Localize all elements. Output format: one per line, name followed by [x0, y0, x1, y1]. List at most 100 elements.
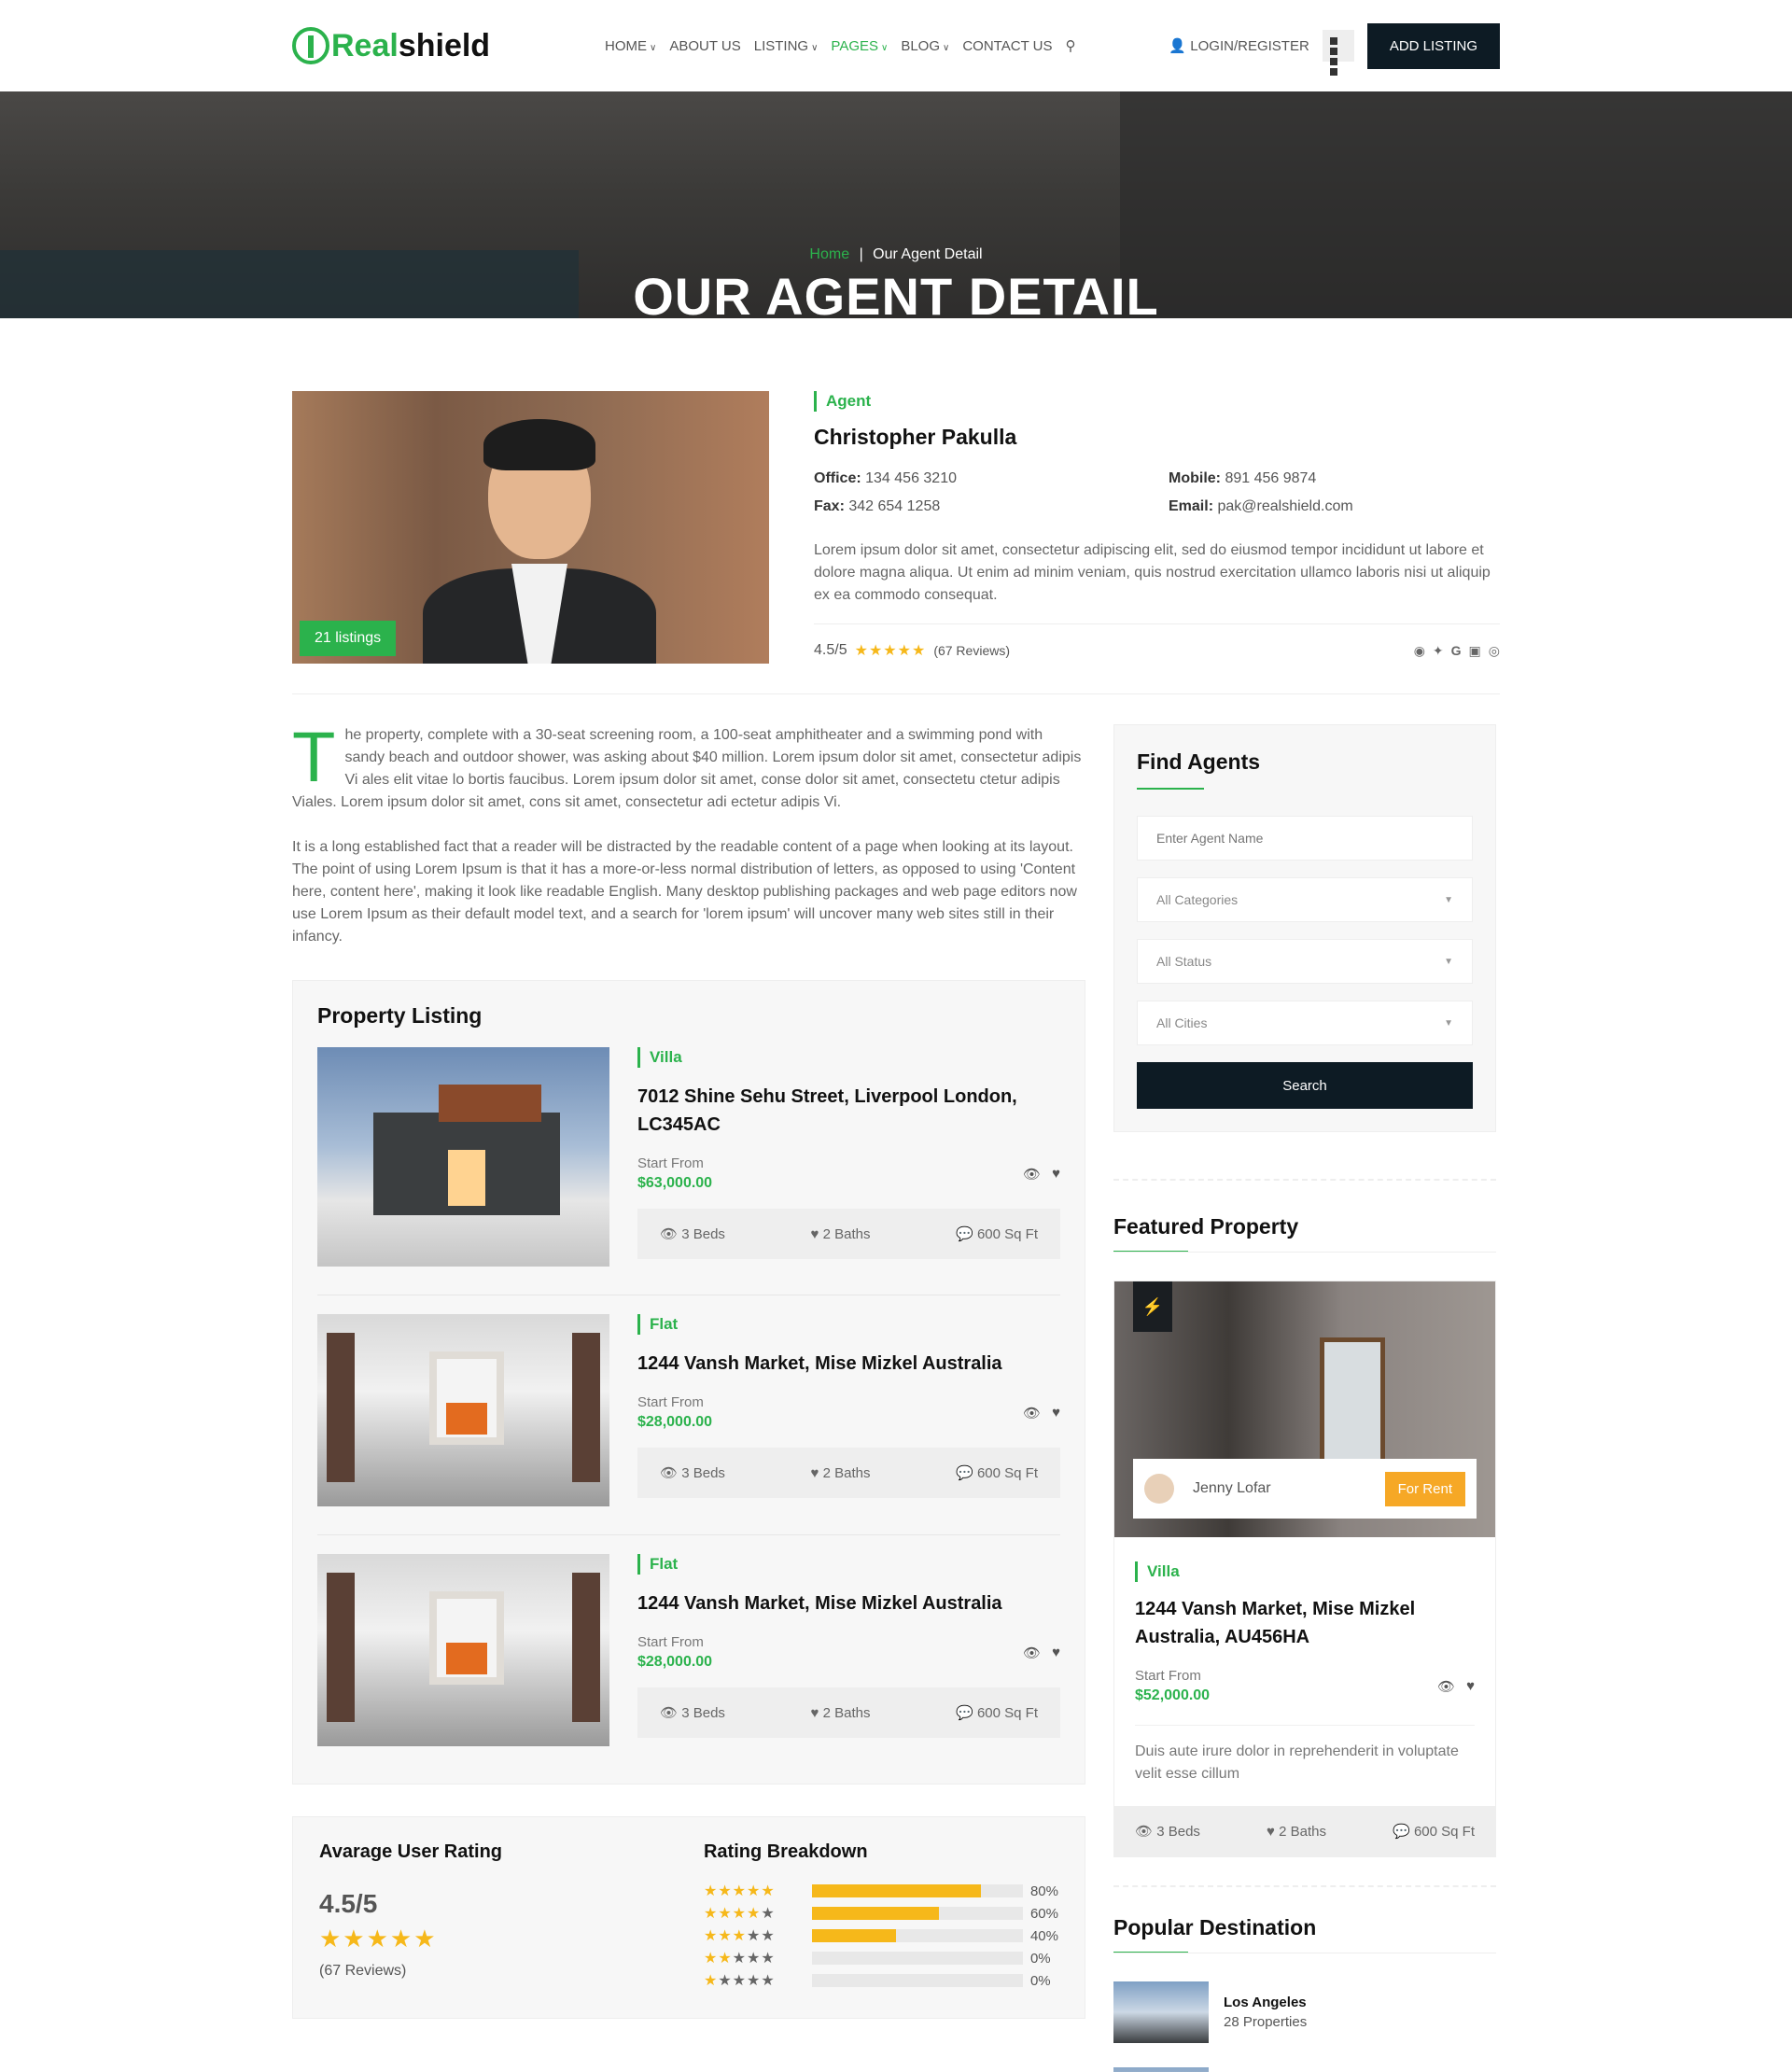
property-item[interactable]: Flat 1244 Vansh Market, Mise Mizkel Austr… — [317, 1535, 1060, 1774]
chat-icon: 💬 — [956, 1465, 973, 1481]
rating-breakdown: ★★★★★ 80% ★★★★★ 60% ★★★★★ 40% ★★★★★ 0% ★★★★★ 0% — [704, 1880, 1058, 1992]
chevron-down-icon: ∨ — [811, 42, 819, 53]
lightning-icon: ⚡ — [1133, 1281, 1172, 1332]
featured-property-card[interactable]: ⚡ Jenny Lofar For Rent Villa 1244 Vansh … — [1113, 1281, 1496, 1857]
destination-item[interactable]: Los Angeles 28 Properties — [1113, 1981, 1496, 2043]
baths-value: 2 Baths — [822, 1704, 871, 1721]
property-features: 👁 3 Beds ♥ 2 Baths 💬 600 Sq Ft — [637, 1448, 1060, 1498]
cities-select[interactable]: All Cities ▼ — [1137, 1001, 1473, 1045]
featured-property-image: ⚡ Jenny Lofar For Rent — [1114, 1281, 1495, 1537]
login-register-link[interactable]: 👤 LOGIN/REGISTER — [1169, 37, 1309, 54]
rating-breakdown-row: ★★★★★ 60% — [704, 1902, 1058, 1925]
heart-icon: ♥ — [810, 1464, 819, 1481]
property-type-tag: Flat — [637, 1554, 1060, 1575]
eye-icon[interactable]: 👁 — [1023, 1166, 1041, 1183]
instagram-icon[interactable]: ◎ — [1489, 643, 1500, 659]
google-icon[interactable]: G — [1451, 643, 1462, 659]
baths-value: 2 Baths — [822, 1464, 871, 1481]
eye-icon[interactable]: 👁 — [1437, 1678, 1455, 1695]
logo[interactable]: Real shield — [292, 27, 605, 64]
property-title-link[interactable]: 7012 Shine Sehu Street, Liverpool London… — [637, 1083, 1060, 1139]
add-listing-button[interactable]: ADD LISTING — [1366, 22, 1500, 69]
destination-image[interactable] — [1113, 2067, 1209, 2072]
avatar — [1144, 1474, 1174, 1504]
property-image[interactable] — [317, 1314, 609, 1506]
for-rent-badge: For Rent — [1384, 1471, 1465, 1506]
owner-name: Jenny Lofar — [1193, 1480, 1271, 1496]
search-button[interactable]: Search — [1137, 1062, 1473, 1109]
nav-item-label: LISTING — [753, 37, 809, 54]
chevron-down-icon: ▼ — [1444, 956, 1453, 967]
rating-bar-fill — [811, 1907, 939, 1920]
nav-item-about-us[interactable]: ABOUT US — [669, 38, 740, 54]
linkedin-icon[interactable]: ▣ — [1469, 643, 1481, 659]
nav-item-listing[interactable]: LISTING ∨ — [754, 38, 819, 54]
agent-rating: 4.5/5 ★★★★★ (67 Reviews) ◉ ✦ G ▣ ◎ — [814, 623, 1500, 660]
nav-item-home[interactable]: HOME ∨ — [605, 38, 656, 54]
property-title-link[interactable]: 1244 Vansh Market, Mise Mizkel Australia — [637, 1589, 1060, 1617]
property-title-link[interactable]: 1244 Vansh Market, Mise Mizkel Australia — [637, 1350, 1060, 1378]
start-from-label: Start From — [637, 1634, 704, 1650]
chevron-down-icon: ▼ — [1444, 894, 1453, 905]
heart-icon[interactable]: ♥ — [1466, 1678, 1475, 1695]
property-image[interactable] — [317, 1047, 609, 1267]
agent-name-input[interactable] — [1137, 816, 1473, 861]
agent-email[interactable]: pak@realshield.com — [1217, 498, 1352, 514]
rating-breakdown-row: ★★★★★ 40% — [704, 1925, 1058, 1947]
property-image[interactable] — [317, 1554, 609, 1746]
featured-property-title-link[interactable]: 1244 Vansh Market, Mise Mizkel Australia… — [1135, 1595, 1475, 1651]
login-register-label: LOGIN/REGISTER — [1190, 38, 1309, 54]
grid-view-button[interactable] — [1322, 30, 1354, 76]
office-phone: 134 456 3210 — [865, 470, 957, 486]
beds-feature: 👁 3 Beds — [660, 1225, 725, 1242]
baths-feature: ♥ 2 Baths — [1267, 1824, 1326, 1840]
breadcrumb-home-link[interactable]: Home — [809, 246, 849, 262]
eye-icon[interactable]: 👁 — [1023, 1645, 1041, 1661]
star-rating-icon: ★★★★★ — [703, 1951, 776, 1967]
heart-icon[interactable]: ♥ — [1052, 1645, 1060, 1661]
categories-select[interactable]: All Categories ▼ — [1137, 877, 1473, 922]
page-title: OUR AGENT DETAIL — [633, 267, 1159, 320]
property-type-tag: Villa — [637, 1047, 1060, 1068]
listings-count-badge[interactable]: 21 listings — [300, 621, 397, 656]
start-from-label: Start From — [637, 1394, 704, 1410]
property-price: $63,000.00 — [637, 1175, 713, 1191]
rating-percent: 80% — [1029, 1883, 1058, 1899]
featured-property-title: Featured Property — [1113, 1214, 1299, 1239]
property-item[interactable]: Villa 7012 Shine Sehu Street, Liverpool L… — [317, 1029, 1060, 1295]
agent-review-count: (67 Reviews) — [933, 643, 1011, 658]
star-rating-icon: ★★★★★ — [854, 643, 927, 659]
chevron-down-icon: ∨ — [943, 42, 950, 53]
start-from-label: Start From — [637, 1155, 704, 1171]
nav-item-blog[interactable]: BLOG ∨ — [901, 38, 949, 54]
heart-icon[interactable]: ♥ — [1052, 1405, 1060, 1421]
area-value: 600 Sq Ft — [1413, 1824, 1475, 1840]
nav-item-contact-us[interactable]: CONTACT US — [962, 38, 1052, 54]
rating-bar-track — [811, 1974, 1023, 1987]
star-rating-icon: ★★★★★ — [703, 1973, 776, 1989]
area-feature: 💬 600 Sq Ft — [956, 1225, 1038, 1242]
agent-profile: 21 listings Agent Christopher Pakulla Of… — [292, 391, 1500, 665]
nav-item-label: CONTACT US — [962, 37, 1053, 54]
search-icon[interactable]: ⚲ — [1065, 37, 1075, 54]
eye-icon[interactable]: 👁 — [1023, 1405, 1041, 1421]
cities-value: All Cities — [1156, 1015, 1208, 1030]
twitter-icon[interactable]: ✦ — [1433, 643, 1444, 659]
property-item[interactable]: Flat 1244 Vansh Market, Mise Mizkel Austr… — [317, 1295, 1060, 1535]
main-nav: HOME ∨ ABOUT US LISTING ∨ PAGES ∨ BLOG ∨ CONTACT … — [605, 37, 1075, 55]
user-rating-box: Avarage User Rating 4.5/5 ★★★★★ (67 Revi… — [292, 1816, 1085, 2019]
area-value: 600 Sq Ft — [976, 1465, 1038, 1481]
property-type-tag: Villa — [1135, 1561, 1475, 1582]
nav-item-pages[interactable]: PAGES ∨ — [831, 38, 888, 54]
heart-icon[interactable]: ♥ — [1052, 1166, 1060, 1183]
beds-value: 3 Beds — [681, 1465, 725, 1481]
status-select[interactable]: All Status ▼ — [1137, 939, 1473, 984]
mobile-label: Mobile: — [1169, 470, 1221, 486]
area-value: 600 Sq Ft — [976, 1226, 1038, 1242]
facebook-icon[interactable]: ◉ — [1414, 643, 1425, 659]
chat-icon: 💬 — [956, 1705, 973, 1721]
property-listing-title: Property Listing — [317, 1003, 483, 1028]
avg-rating-value: 4.5/5 — [319, 1889, 378, 1918]
eye-icon: 👁 — [660, 1705, 679, 1721]
rating-bar-track — [811, 1952, 1023, 1965]
